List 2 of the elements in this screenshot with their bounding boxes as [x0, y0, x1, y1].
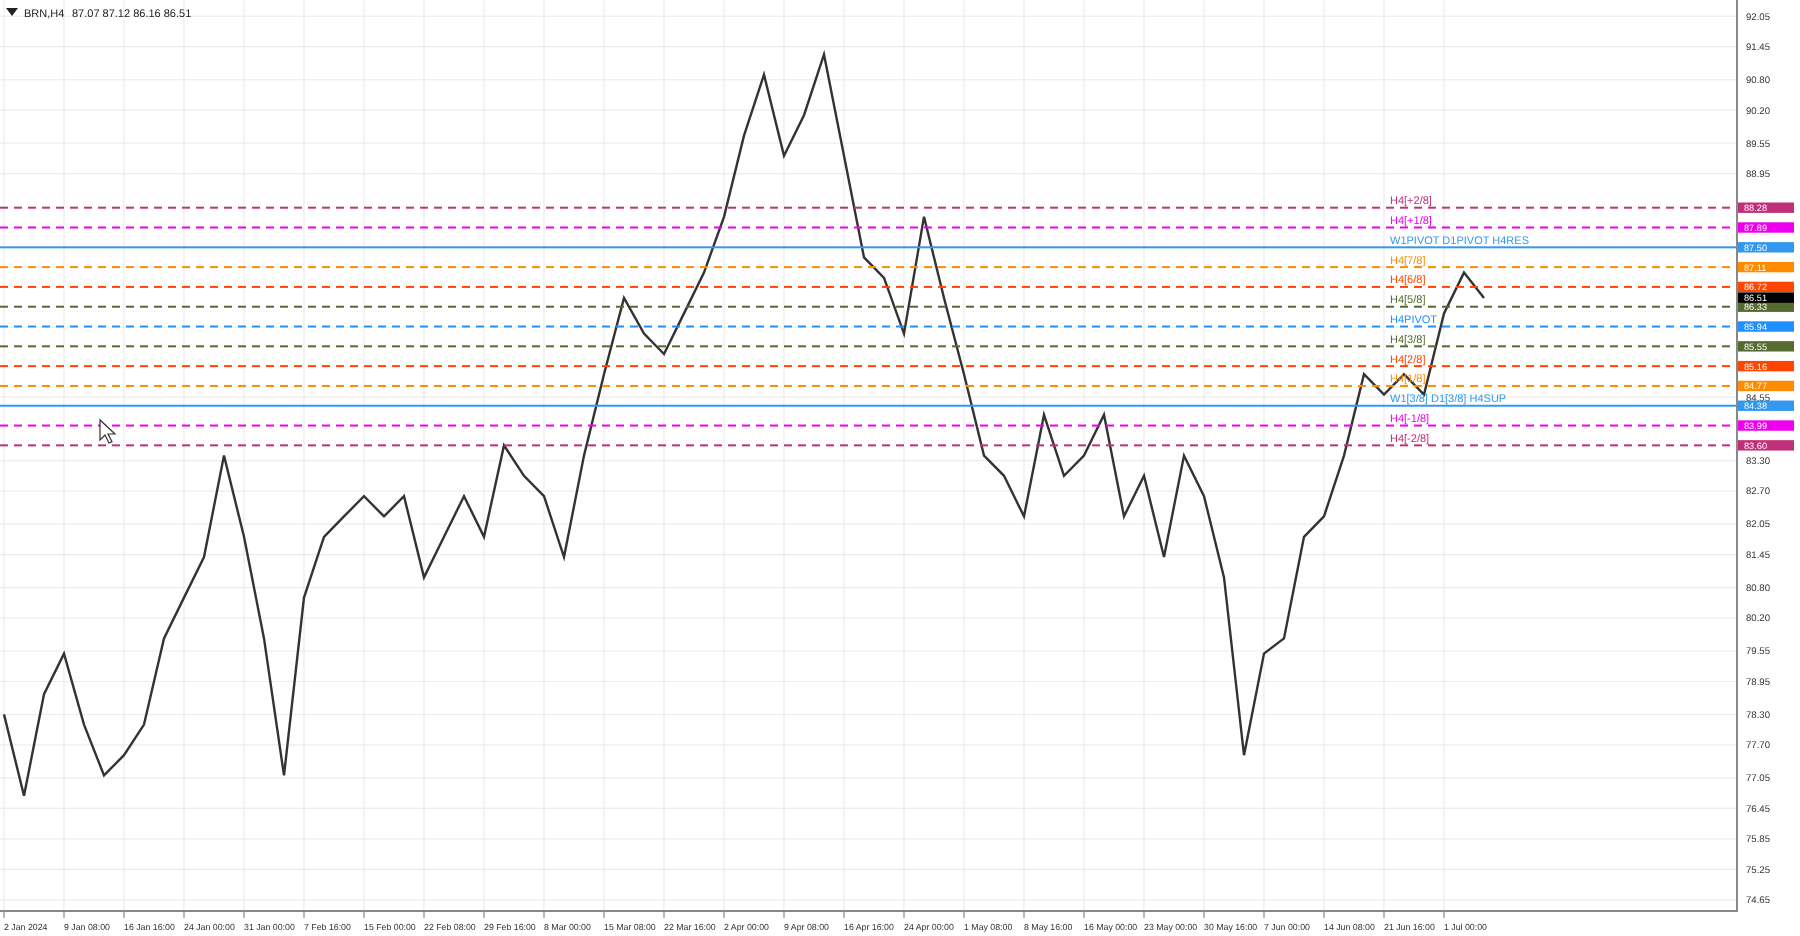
mouse-cursor-icon [99, 418, 117, 444]
dropdown-triangle-icon[interactable] [6, 8, 18, 16]
